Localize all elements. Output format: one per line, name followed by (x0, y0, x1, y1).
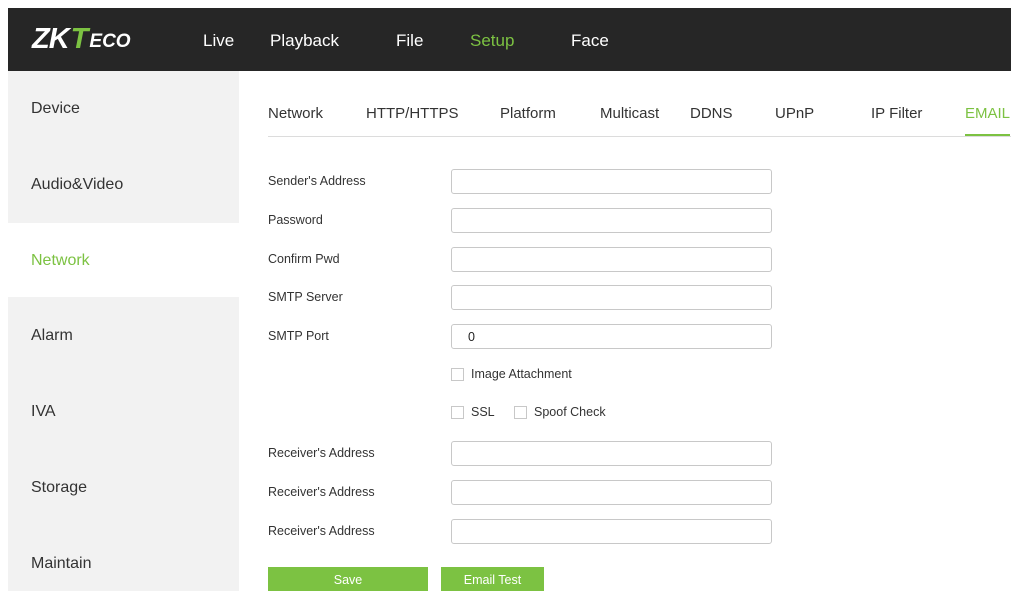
sidebar-item-audio-video[interactable]: Audio&Video (8, 147, 239, 221)
nav-playback[interactable]: Playback (270, 8, 339, 71)
smtp-port-label: SMTP Port (268, 329, 329, 343)
smtp-server-label: SMTP Server (268, 290, 343, 304)
sender-address-input[interactable] (451, 169, 772, 194)
settings-sidebar: Device Audio&Video Network Alarm IVA Sto… (8, 71, 239, 591)
tab-multicast[interactable]: Multicast (600, 90, 659, 134)
sidebar-item-device[interactable]: Device (8, 71, 239, 145)
logo-text-eco: ECO (89, 31, 131, 52)
password-label: Password (268, 213, 323, 227)
sidebar-item-label: IVA (31, 403, 56, 420)
tab-ddns[interactable]: DDNS (690, 90, 733, 134)
smtp-server-input[interactable] (451, 285, 772, 310)
tab-ip-filter[interactable]: IP Filter (871, 90, 922, 134)
sidebar-item-label: Audio&Video (31, 176, 124, 193)
sender-address-label: Sender's Address (268, 174, 366, 188)
nav-setup[interactable]: Setup (470, 8, 514, 71)
password-input[interactable] (451, 208, 772, 233)
sidebar-item-label: Network (31, 252, 90, 269)
confirm-pwd-input[interactable] (451, 247, 772, 272)
tab-platform[interactable]: Platform (500, 90, 556, 134)
tab-email[interactable]: EMAIL (965, 90, 1011, 136)
tab-network[interactable]: Network (268, 90, 323, 134)
receiver-address-3-label: Receiver's Address (268, 524, 375, 538)
logo-text-t: T (70, 22, 89, 55)
nav-file[interactable]: File (396, 8, 423, 71)
ssl-checkbox[interactable] (451, 406, 464, 419)
email-test-button[interactable]: Email Test (441, 567, 544, 591)
save-button[interactable]: Save (268, 567, 428, 591)
sidebar-item-alarm[interactable]: Alarm (8, 298, 239, 372)
receiver-address-2-input[interactable] (451, 480, 772, 505)
image-attachment-checkbox[interactable] (451, 368, 464, 381)
tab-http-https[interactable]: HTTP/HTTPS (366, 90, 459, 134)
confirm-pwd-label: Confirm Pwd (268, 252, 340, 266)
sidebar-item-maintain[interactable]: Maintain (8, 526, 239, 600)
receiver-address-1-input[interactable] (451, 441, 772, 466)
nav-live[interactable]: Live (203, 8, 234, 71)
sidebar-item-network[interactable]: Network (8, 223, 239, 297)
top-nav-bar: ZK T ECO Live Playback File Setup Face (8, 8, 1011, 71)
sidebar-item-label: Device (31, 100, 80, 117)
tab-upnp[interactable]: UPnP (775, 90, 814, 134)
smtp-port-input[interactable] (451, 324, 772, 349)
sidebar-item-label: Storage (31, 479, 88, 496)
zkteco-logo: ZK T ECO (32, 22, 131, 56)
sidebar-item-storage[interactable]: Storage (8, 450, 239, 524)
receiver-address-3-input[interactable] (451, 519, 772, 544)
network-tab-bar: Network HTTP/HTTPS Platform Multicast DD… (268, 90, 1011, 137)
receiver-address-1-label: Receiver's Address (268, 446, 375, 460)
receiver-address-2-label: Receiver's Address (268, 485, 375, 499)
logo-text-zk: ZK (32, 22, 70, 55)
spoof-check-checkbox[interactable] (514, 406, 527, 419)
ssl-label: SSL (471, 405, 495, 419)
spoof-check-label: Spoof Check (534, 405, 606, 419)
image-attachment-label: Image Attachment (471, 367, 572, 381)
sidebar-item-iva[interactable]: IVA (8, 374, 239, 448)
sidebar-item-label: Alarm (31, 327, 73, 344)
nav-face[interactable]: Face (571, 8, 609, 71)
